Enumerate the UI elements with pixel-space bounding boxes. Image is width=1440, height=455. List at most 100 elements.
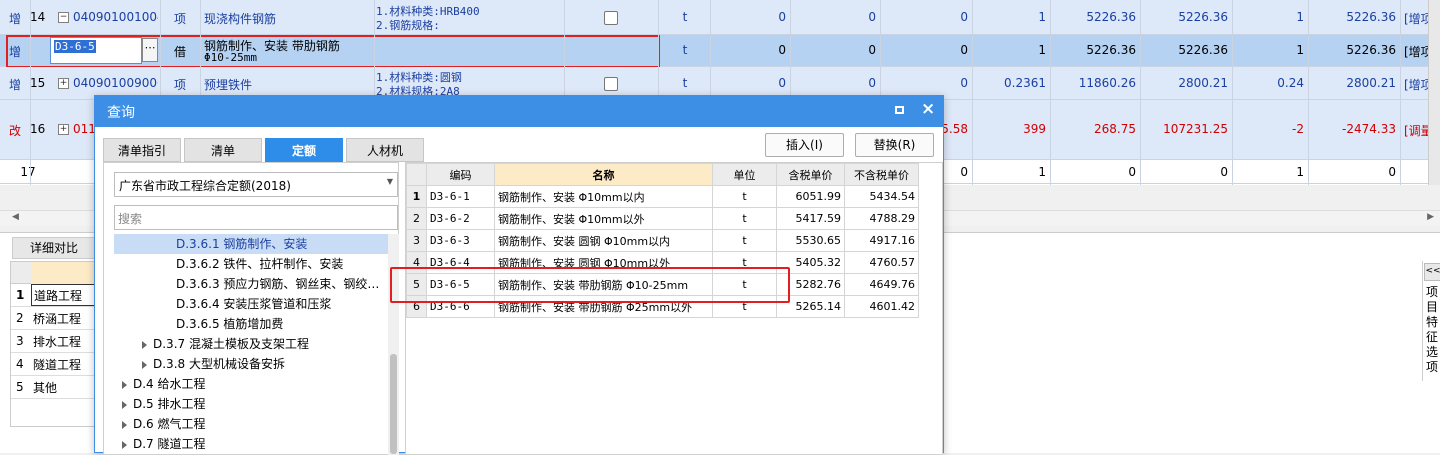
scrollbar-thumb[interactable] [390, 354, 397, 454]
cell-value: 0 [1128, 165, 1136, 179]
row-index: 5 [16, 380, 24, 394]
tree-item-label: D.3.6.3 预应力钢筋、钢丝束、钢绞… [176, 277, 380, 291]
tree-item[interactable]: D.3.7 混凝土模板及支架工程 [142, 334, 309, 354]
quota-code: D3-6-1 [426, 185, 495, 208]
collapse-panel-button[interactable]: << [1424, 263, 1440, 281]
dialog-titlebar[interactable]: 查询 × [95, 96, 943, 127]
table-row[interactable]: 增 14 −040901001004 项 现浇构件钢筋 1.材料种类:HRB40… [0, 0, 1440, 35]
side-panel: << 项目特征选项 [1422, 261, 1440, 381]
tree-item-label: D.3.6.4 安装压浆管道和压浆 [176, 297, 332, 311]
cell-value: 268.75 [1094, 122, 1136, 136]
panel-grid: 1 道路工程 2 桥涵工程 3 排水工程 4 隧道工程 5 其他 [10, 261, 96, 427]
scroll-left-icon[interactable]: ◀ [12, 212, 19, 222]
table-row[interactable]: 3 D3-6-3 钢筋制作、安装 圆钢 Φ10mm以内 t 5530.65 49… [406, 229, 919, 252]
row-checkbox[interactable] [604, 77, 618, 91]
cell-value: 1 [1296, 10, 1304, 24]
vertical-scrollbar[interactable] [1428, 0, 1440, 185]
tab-quota[interactable]: 定额 [265, 138, 343, 162]
cell-value: 2800.21 [1178, 76, 1228, 90]
collapse-icon[interactable]: − [58, 12, 69, 23]
column-header[interactable]: 名称 [494, 163, 713, 186]
expand-arrow-icon[interactable] [122, 440, 127, 449]
column-header[interactable]: 编码 [426, 163, 495, 186]
replace-button[interactable]: 替换(R) [855, 133, 934, 157]
tab-material[interactable]: 人材机 [346, 138, 424, 162]
tree-item[interactable]: D.3.8 大型机械设备安拆 [142, 354, 285, 374]
tree-item[interactable]: D.4 给水工程 [122, 374, 206, 394]
tree-item[interactable]: D.3.6.4 安装压浆管道和压浆 [176, 294, 331, 314]
table-row[interactable]: 1 D3-6-1 钢筋制作、安装 Φ10mm以内 t 6051.99 5434.… [406, 185, 919, 208]
tree-item[interactable]: D.3.6.1 钢筋制作、安装 [176, 234, 307, 254]
expand-arrow-icon[interactable] [122, 400, 127, 409]
insert-button[interactable]: 插入(I) [765, 133, 844, 157]
tab-list[interactable]: 清单 [184, 138, 262, 162]
expand-icon[interactable]: + [58, 78, 69, 89]
row-name: 现浇构件钢筋 [204, 12, 277, 26]
row-number: 14 [30, 10, 46, 24]
row-code-cell: −040901001004 [58, 10, 158, 24]
expand-icon[interactable]: + [58, 124, 69, 135]
close-icon[interactable]: × [921, 99, 935, 119]
expand-arrow-icon[interactable] [142, 360, 147, 369]
header-cell [31, 262, 95, 284]
list-item[interactable]: 5 其他 [11, 376, 95, 399]
tree-item[interactable]: D.7 隧道工程 [122, 434, 206, 454]
cell-value: 5226.36 [1346, 43, 1396, 57]
expand-arrow-icon[interactable] [122, 380, 127, 389]
highlight-box [390, 267, 790, 303]
search-input[interactable]: 搜索 [114, 205, 398, 230]
cell-value: 0 [960, 43, 968, 57]
cell-value: -2 [1292, 122, 1304, 136]
tab-detail-compare[interactable]: 详细对比 [12, 237, 96, 259]
cell-value: 0 [960, 10, 968, 24]
cell-value: 11860.26 [1078, 76, 1136, 90]
row-tag: 改 [8, 124, 21, 138]
column-divider [1050, 0, 1051, 185]
chevron-down-icon[interactable]: ▼ [387, 177, 393, 186]
table-row[interactable]: 2 D3-6-2 钢筋制作、安装 Φ10mm以外 t 5417.59 4788.… [406, 207, 919, 230]
list-item[interactable]: 4 隧道工程 [11, 353, 95, 376]
tree-item[interactable]: D.5 排水工程 [122, 394, 206, 414]
row-checkbox[interactable] [604, 11, 618, 25]
row-type: 项 [173, 78, 186, 92]
column-header[interactable]: 单位 [712, 163, 777, 186]
left-pane: 广东省市政工程综合定额(2018) ▼ 搜索 D.3.6.1 钢筋制作、安装 D… [103, 162, 399, 455]
tree-item[interactable]: D.3.6.3 预应力钢筋、钢丝束、钢绞… [176, 274, 382, 294]
column-divider [1400, 0, 1401, 185]
tab-guide[interactable]: 清单指引 [103, 138, 181, 162]
cell-value: 0 [778, 10, 786, 24]
tree-item-label: D.3.8 大型机械设备安拆 [153, 357, 285, 371]
row-tag: 增 [8, 78, 21, 92]
quota-library-select[interactable]: 广东省市政工程综合定额(2018) ▼ [114, 172, 398, 197]
quota-unit: t [712, 207, 777, 230]
column-header[interactable]: 不含税单价 [844, 163, 919, 186]
cell-value: 1 [1296, 165, 1304, 179]
list-item[interactable]: 2 桥涵工程 [11, 307, 95, 330]
row-index: 3 [16, 334, 24, 348]
list-item-label: 道路工程 [31, 284, 95, 306]
row-type: 项 [173, 12, 186, 26]
expand-arrow-icon[interactable] [142, 340, 147, 349]
quota-code: D3-6-2 [426, 207, 495, 230]
expand-arrow-icon[interactable] [122, 420, 127, 429]
row-index: 4 [16, 357, 24, 371]
cell-value: 5226.36 [1178, 10, 1228, 24]
cell-value: -2474.33 [1342, 122, 1396, 136]
tree-item[interactable]: D.3.6.2 铁件、拉杆制作、安装 [176, 254, 343, 274]
row-number: 15 [30, 76, 46, 90]
cell-value: 1 [1296, 43, 1304, 57]
table-row-selected[interactable]: 增 D3-6-5 ⋯ 借 钢筋制作、安装 带肋钢筋 Φ10-25mm t 0 0… [0, 35, 1440, 68]
tree-item[interactable]: D.6 燃气工程 [122, 414, 206, 434]
tree-item-label: D.6 燃气工程 [133, 417, 206, 431]
tree-item[interactable]: D.3.6.5 植筋增加费 [176, 314, 283, 334]
cell-value: 5226.36 [1086, 43, 1136, 57]
list-item[interactable]: 3 排水工程 [11, 330, 95, 353]
price-with-tax: 5417.59 [776, 207, 845, 230]
maximize-icon[interactable] [895, 106, 904, 114]
column-header[interactable]: 含税单价 [776, 163, 845, 186]
list-item[interactable]: 1 道路工程 [11, 284, 95, 307]
scroll-right-icon[interactable]: ▶ [1427, 212, 1434, 222]
tree-item-label: D.3.6.5 植筋增加费 [176, 317, 284, 331]
tree-item-label: D.3.6.1 钢筋制作、安装 [176, 237, 308, 251]
price-with-tax: 5530.65 [776, 229, 845, 252]
